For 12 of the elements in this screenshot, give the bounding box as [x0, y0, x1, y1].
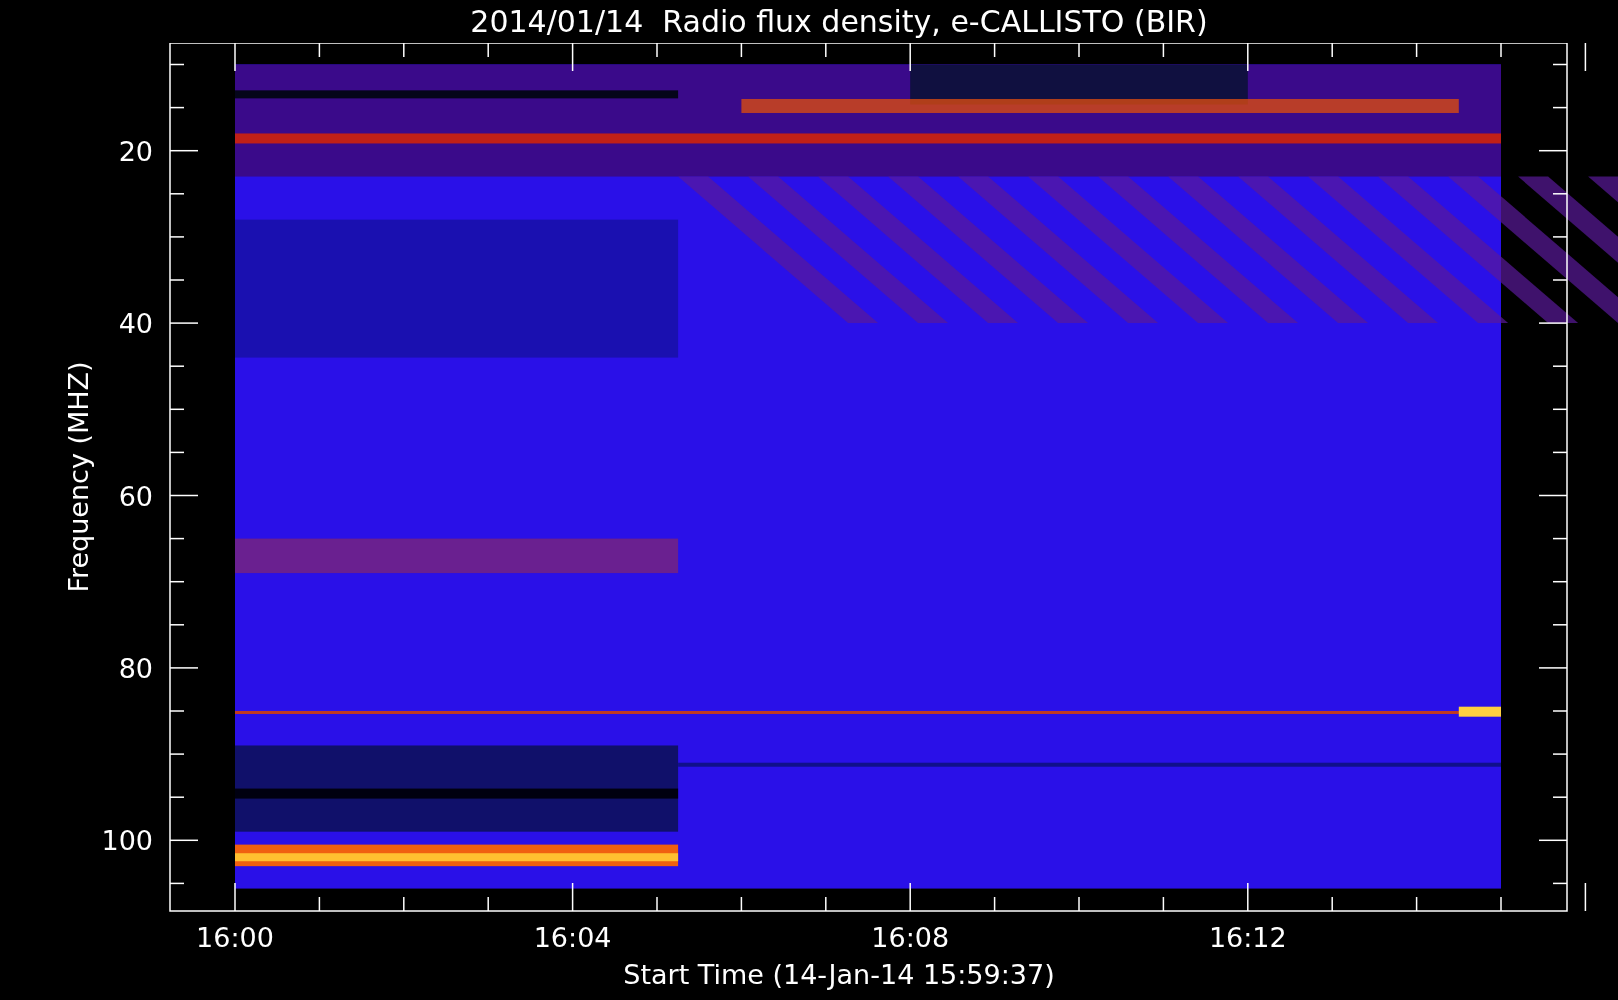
x-tick-label: 16:08 — [871, 922, 950, 953]
y-tick-label: 100 — [101, 825, 153, 857]
x-tick-label: 16:00 — [196, 922, 274, 953]
y-tick-label: 60 — [118, 480, 153, 512]
x-tick-label: 16:12 — [1208, 922, 1287, 953]
y-tick-label: 40 — [118, 308, 153, 340]
x-tick-label: 16:04 — [533, 922, 612, 953]
chart-title: 2014/01/14 Radio flux density, e-CALLISTO (BIR) — [470, 4, 1208, 39]
y-axis-label: Frequency (MHZ) — [63, 361, 94, 593]
y-tick-label: 80 — [118, 652, 153, 684]
y-tick-label: 20 — [118, 135, 153, 167]
x-axis-label: Start Time (14-Jan-14 15:59:37) — [623, 959, 1055, 990]
